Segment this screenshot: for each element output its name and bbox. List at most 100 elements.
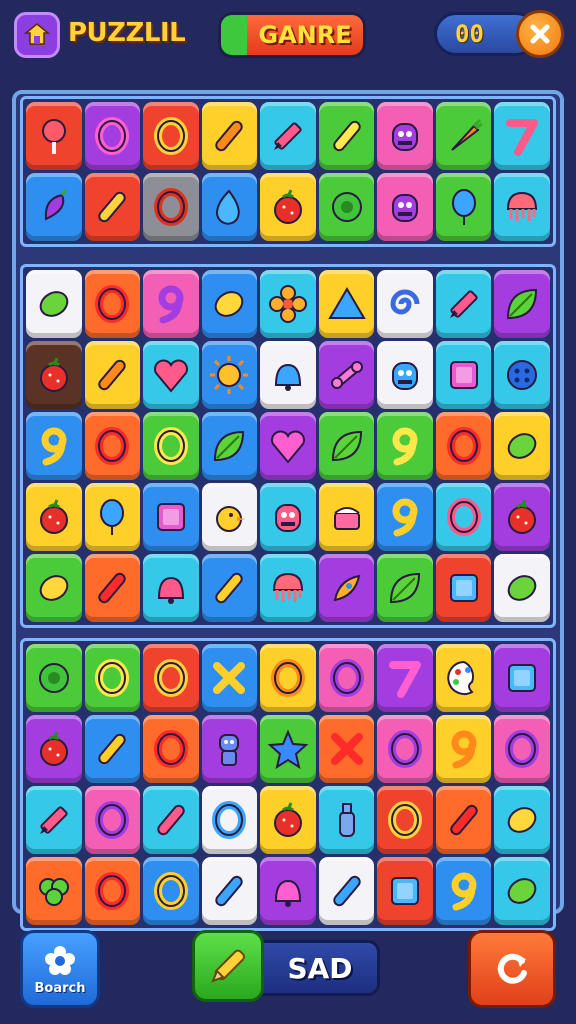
tile-red-ring[interactable]	[143, 102, 199, 170]
tile-orange-ring[interactable]	[435, 412, 492, 480]
pencil-button[interactable]	[192, 930, 264, 1002]
tile-blue-leaf-q[interactable]	[201, 412, 258, 480]
tile-yellow-apple[interactable]	[26, 483, 82, 551]
tile-blue-nine[interactable]	[26, 412, 82, 480]
tile-pink-ring[interactable]	[494, 715, 550, 783]
tile-teal-flower[interactable]	[260, 270, 316, 338]
tile-teal-stick[interactable]	[143, 786, 199, 854]
tile-orange-x[interactable]	[318, 715, 375, 783]
tile-orange-ring[interactable]	[143, 715, 199, 783]
tile-green-blob[interactable]	[26, 644, 82, 712]
tile-teal-bottle[interactable]	[318, 786, 375, 854]
tile-teal-ring[interactable]	[435, 483, 492, 551]
tile-white-ring[interactable]	[201, 786, 258, 854]
tile-teal-seven[interactable]	[494, 102, 550, 170]
tile-red-ring[interactable]	[143, 644, 199, 712]
tile-pink-ring[interactable]	[318, 644, 375, 712]
tile-green-leaf[interactable]	[377, 554, 433, 622]
tile-yellow-triangle[interactable]	[318, 270, 375, 338]
tile-teal-lime[interactable]	[494, 857, 550, 925]
tile-blue-nine[interactable]	[435, 857, 492, 925]
tile-yellow-nine[interactable]	[435, 715, 492, 783]
tile-green-lemon[interactable]	[26, 554, 82, 622]
tile-blue-stick[interactable]	[84, 715, 141, 783]
tile-white-lime[interactable]	[494, 554, 550, 622]
tile-orange-stick[interactable]	[435, 786, 492, 854]
tile-pink-monster[interactable]	[377, 102, 433, 170]
tile-white-swirl[interactable]	[377, 270, 433, 338]
tile-green-ring[interactable]	[143, 412, 199, 480]
tile-yellow-palette[interactable]	[435, 644, 492, 712]
tile-red-stick[interactable]	[84, 173, 141, 241]
tile-pink-monster[interactable]	[377, 173, 433, 241]
tile-white-monster[interactable]	[377, 341, 433, 409]
tile-pink-nine[interactable]	[143, 270, 199, 338]
tile-teal-bell[interactable]	[143, 554, 199, 622]
tile-purple-heart[interactable]	[260, 412, 316, 480]
tile-purple-robot[interactable]	[201, 715, 258, 783]
tile-pink-ring[interactable]	[84, 786, 141, 854]
tile-purple-seven[interactable]	[377, 644, 433, 712]
tile-green-nine[interactable]	[377, 412, 433, 480]
search-button[interactable]: Boarch	[20, 930, 100, 1008]
tile-yellow-cake[interactable]	[318, 483, 375, 551]
tile-gray-ring[interactable]	[143, 173, 199, 241]
tile-green-carrot[interactable]	[435, 102, 492, 170]
tile-green-star[interactable]	[260, 715, 316, 783]
tile-orange-ring[interactable]	[84, 857, 141, 925]
refresh-button[interactable]	[468, 930, 556, 1008]
tile-teal-jelly[interactable]	[260, 554, 316, 622]
tile-orange-ring[interactable]	[84, 412, 141, 480]
tile-yellow-strawberry[interactable]	[260, 786, 316, 854]
tile-purple-strawberry[interactable]	[494, 483, 550, 551]
tile-green-stick[interactable]	[318, 102, 375, 170]
tile-purple-bell[interactable]	[260, 857, 316, 925]
tile-blue-square[interactable]	[143, 483, 199, 551]
tile-blue-sun[interactable]	[201, 341, 258, 409]
tile-green-leaf[interactable]	[318, 412, 375, 480]
tile-teal-lemon[interactable]	[494, 786, 550, 854]
tile-blue-x[interactable]	[201, 644, 258, 712]
tile-purple-rocket[interactable]	[318, 554, 375, 622]
tile-blue-pepper[interactable]	[26, 173, 82, 241]
tile-purple-bone[interactable]	[318, 341, 375, 409]
tile-brown-strawberry[interactable]	[26, 341, 82, 409]
tile-pink-ring[interactable]	[377, 715, 433, 783]
tile-teal-button[interactable]	[494, 341, 550, 409]
tile-yellow-ring[interactable]	[260, 644, 316, 712]
tile-white-lime[interactable]	[26, 270, 82, 338]
tile-white-bell[interactable]	[260, 341, 316, 409]
tile-blue-lemon[interactable]	[201, 270, 258, 338]
tile-teal-monster[interactable]	[260, 483, 316, 551]
tile-red-screen[interactable]	[435, 554, 492, 622]
tile-purple-ring[interactable]	[84, 102, 141, 170]
tile-blue-ring[interactable]	[143, 857, 199, 925]
tile-teal-crayon[interactable]	[260, 102, 316, 170]
tile-green-ring[interactable]	[84, 644, 141, 712]
tile-green-blob[interactable]	[318, 173, 375, 241]
tile-yellow-stick[interactable]	[84, 341, 141, 409]
tile-teal-crayon[interactable]	[435, 270, 492, 338]
tile-blue-stick[interactable]	[201, 554, 258, 622]
tile-yellow-balloon[interactable]	[84, 483, 141, 551]
tile-red-screen[interactable]	[377, 857, 433, 925]
game-mode-button[interactable]: GANRE	[218, 12, 366, 58]
tile-teal-crayon[interactable]	[26, 786, 82, 854]
tile-red-lollipop[interactable]	[26, 102, 82, 170]
tile-yellow-stick[interactable]	[201, 102, 258, 170]
action-button[interactable]: SAD	[250, 940, 380, 996]
tile-yellow-apple[interactable]	[260, 173, 316, 241]
tile-blue-drop[interactable]	[201, 173, 258, 241]
tile-purple-screen[interactable]	[494, 644, 550, 712]
tile-orange-stick[interactable]	[84, 554, 141, 622]
tile-teal-jelly[interactable]	[494, 173, 550, 241]
tile-white-chick[interactable]	[201, 483, 258, 551]
tile-purple-apple[interactable]	[26, 715, 82, 783]
tile-yellow-lime[interactable]	[494, 412, 550, 480]
tile-purple-leaf[interactable]	[494, 270, 550, 338]
tile-blue-nine[interactable]	[377, 483, 433, 551]
tile-green-balloon[interactable]	[435, 173, 492, 241]
tile-teal-square[interactable]	[435, 341, 492, 409]
tile-white-stick[interactable]	[201, 857, 258, 925]
tile-red-ring[interactable]	[377, 786, 433, 854]
